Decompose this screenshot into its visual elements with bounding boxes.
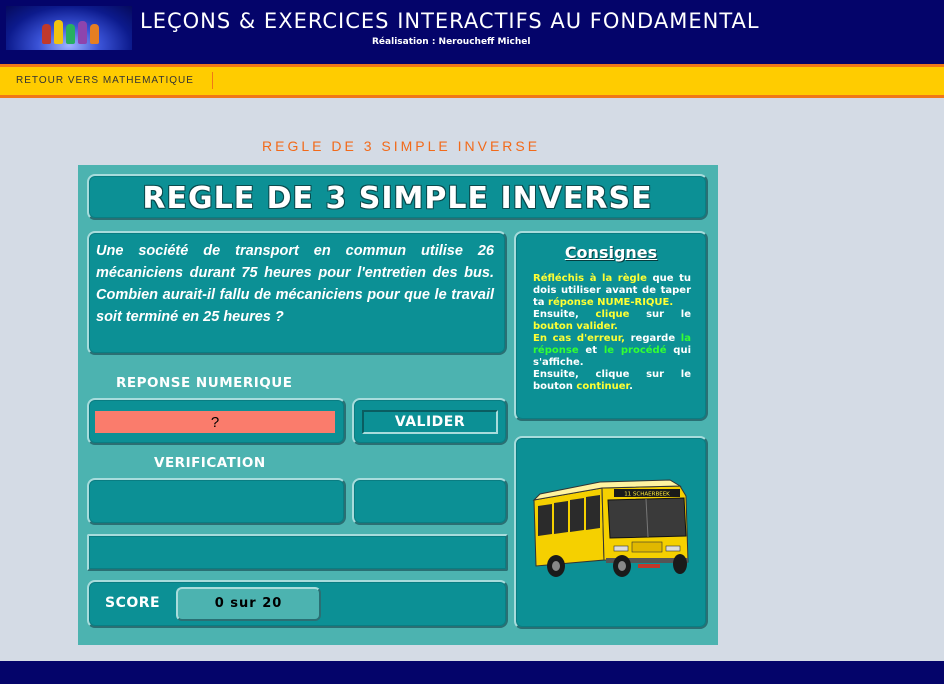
exercise-panel: REGLE DE 3 SIMPLE INVERSE Une société de… (78, 165, 718, 645)
instructions-text-part: et (578, 345, 604, 356)
logo-figure (54, 20, 63, 44)
site-title: LEÇONS & EXERCICES INTERACTIFS AU FONDAM… (140, 9, 760, 33)
response-label: REPONSE NUMERIQUE (116, 375, 293, 391)
instructions-box: Consignes Réfléchis à la règle que tu do… (514, 231, 708, 421)
verification-result-box (352, 478, 508, 525)
banner-title: REGLE DE 3 SIMPLE INVERSE (142, 181, 653, 216)
nav-divider (212, 72, 213, 89)
instructions-text-part: regarde (624, 333, 681, 344)
verification-answer-box (87, 478, 346, 525)
instructions-highlight: continuer (576, 381, 630, 392)
instructions-highlight: clique (595, 309, 630, 320)
question-text: Une société de transport en commun utili… (96, 243, 494, 325)
score-value: 0 sur 20 (214, 596, 283, 611)
instructions-text-part: Ensuite, (533, 309, 596, 320)
verification-label: VERIFICATION (154, 455, 266, 471)
site-footer (0, 661, 944, 684)
bus-destination-sign: 11 SCHAERBEEK (624, 492, 670, 498)
bus-icon: 11 SCHAERBEEK (532, 479, 689, 577)
instructions-text-part: sur le (629, 309, 691, 320)
nav-bar: RETOUR VERS MATHEMATIQUE (0, 64, 944, 98)
score-label: SCORE (105, 595, 161, 611)
logo-figure (42, 24, 51, 44)
instructions-highlight: réponse NUME-RIQUE. (548, 297, 674, 308)
page-heading: REGLE DE 3 SIMPLE INVERSE (262, 138, 541, 154)
logo-figure (90, 24, 99, 44)
answer-box (87, 398, 346, 445)
procedure-box (87, 534, 508, 571)
answer-input[interactable] (95, 411, 335, 433)
instructions-highlight-green: le procédé (603, 345, 667, 356)
instructions-text: Réfléchis à la règle que tu dois utilise… (533, 273, 691, 393)
site-header: LEÇONS & EXERCICES INTERACTIFS AU FONDAM… (0, 0, 944, 64)
instructions-highlight: En cas d'erreur, (533, 333, 625, 344)
bus-illustration-box: 11 SCHAERBEEK (514, 436, 708, 629)
instructions-highlight: Réfléchis à la règle (533, 273, 647, 284)
instructions-text-part: . (629, 381, 633, 392)
score-field: 0 sur 20 (176, 587, 321, 621)
instructions-highlight: bouton valider. (533, 321, 618, 332)
logo-figure (66, 24, 75, 44)
validate-button[interactable]: VALIDER (362, 410, 498, 434)
question-box: Une société de transport en commun utili… (87, 231, 507, 355)
instructions-title: Consignes (564, 243, 658, 262)
exercise-banner: REGLE DE 3 SIMPLE INVERSE (87, 174, 708, 220)
validate-box: VALIDER (352, 398, 508, 445)
score-box: SCORE 0 sur 20 (87, 580, 508, 628)
logo-figure (78, 21, 87, 44)
site-subtitle: Réalisation : Neroucheff Michel (372, 37, 531, 47)
site-logo (6, 6, 132, 50)
back-to-math-link[interactable]: RETOUR VERS MATHEMATIQUE (16, 75, 194, 86)
